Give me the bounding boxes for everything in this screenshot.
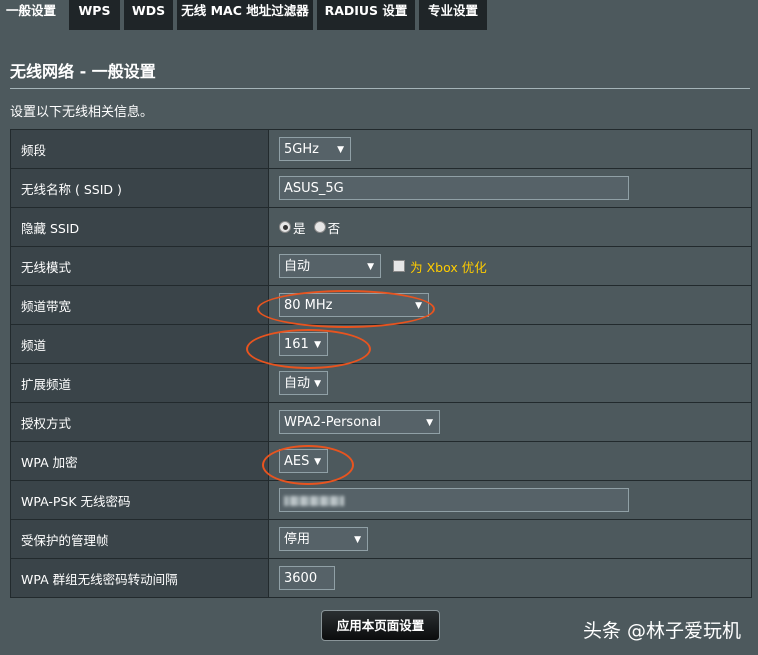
row-ssid: 无线名称 ( SSID ) ASUS_5G <box>10 168 752 208</box>
bandwidth-select[interactable]: 80 MHz ▼ <box>279 293 429 317</box>
xbox-optimize-checkbox[interactable] <box>393 260 406 272</box>
wpa-encryption-label: WPA 加密 <box>10 441 269 481</box>
pmf-label: 受保护的管理帧 <box>10 519 269 559</box>
wpa-psk-input[interactable] <box>279 488 629 512</box>
ext-channel-value: 自动 <box>284 376 311 391</box>
row-wpa-psk: WPA-PSK 无线密码 <box>10 480 752 520</box>
channel-value: 161 <box>284 337 309 352</box>
row-auth-method: 授权方式 WPA2-Personal ▼ <box>10 402 752 442</box>
ssid-input[interactable]: ASUS_5G <box>279 176 629 200</box>
tab-mac-filter[interactable]: 无线 MAC 地址过滤器 <box>177 0 313 30</box>
row-bandwidth: 频道带宽 80 MHz ▼ <box>10 285 752 325</box>
tab-professional[interactable]: 专业设置 <box>419 0 487 30</box>
row-ext-channel: 扩展频道 自动 ▼ <box>10 363 752 403</box>
band-select[interactable]: 5GHz ▼ <box>279 137 351 161</box>
page-title: 无线网络 - 一般设置 <box>10 62 156 81</box>
wireless-mode-value: 自动 <box>284 259 311 274</box>
group-key-interval-label: WPA 群组无线密码转动间隔 <box>10 558 269 598</box>
chevron-down-icon: ▼ <box>314 379 321 389</box>
row-pmf: 受保护的管理帧 停用 ▼ <box>10 519 752 559</box>
xbox-optimize-label: 为 Xbox 优化 <box>410 259 487 275</box>
ext-channel-select[interactable]: 自动 ▼ <box>279 371 328 395</box>
wpa-encryption-value: AES <box>284 454 310 469</box>
auth-method-label: 授权方式 <box>10 402 269 442</box>
bandwidth-value: 80 MHz <box>284 298 333 313</box>
bandwidth-label: 频道带宽 <box>10 285 269 325</box>
chevron-down-icon: ▼ <box>415 301 422 311</box>
row-wireless-mode: 无线模式 自动 ▼ 为 Xbox 优化 <box>10 246 752 286</box>
chevron-down-icon: ▼ <box>367 262 374 272</box>
pmf-select[interactable]: 停用 ▼ <box>279 527 368 551</box>
wpa-encryption-select[interactable]: AES ▼ <box>279 449 328 473</box>
row-group-key-interval: WPA 群组无线密码转动间隔 3600 <box>10 558 752 598</box>
apply-settings-button[interactable]: 应用本页面设置 <box>321 610 440 641</box>
hide-ssid-yes-label: 是 <box>293 220 306 236</box>
tab-wps[interactable]: WPS <box>69 0 120 30</box>
row-wpa-encryption: WPA 加密 AES ▼ <box>10 441 752 481</box>
hide-ssid-no-label: 否 <box>327 220 341 236</box>
channel-select[interactable]: 161 ▼ <box>279 332 328 356</box>
band-select-value: 5GHz <box>284 142 319 157</box>
auth-method-value: WPA2-Personal <box>284 415 381 430</box>
chevron-down-icon: ▼ <box>314 457 321 467</box>
hide-ssid-yes-radio[interactable] <box>279 221 291 233</box>
settings-table: 频段 5GHz ▼ 无线名称 ( SSID ) ASUS_5G 隐藏 SSID … <box>10 129 752 598</box>
hide-ssid-no-radio[interactable] <box>313 221 326 233</box>
ext-channel-label: 扩展频道 <box>10 363 269 403</box>
auth-method-select[interactable]: WPA2-Personal ▼ <box>279 410 440 434</box>
ssid-label: 无线名称 ( SSID ) <box>10 168 269 208</box>
row-hide-ssid: 隐藏 SSID 是 否 <box>10 207 752 247</box>
group-key-interval-input[interactable]: 3600 <box>279 566 335 590</box>
tab-bar: 一般设置 WPS WDS 无线 MAC 地址过滤器 RADIUS 设置 专业设置 <box>0 0 758 30</box>
hide-ssid-label: 隐藏 SSID <box>10 207 269 247</box>
pmf-value: 停用 <box>284 532 311 547</box>
obscured-password <box>284 495 344 506</box>
tab-general[interactable]: 一般设置 <box>0 0 62 30</box>
chevron-down-icon: ▼ <box>314 340 321 350</box>
page-description: 设置以下无线相关信息。 <box>10 105 154 120</box>
row-channel: 频道 161 ▼ <box>10 324 752 364</box>
chevron-down-icon: ▼ <box>426 418 433 428</box>
tab-wds[interactable]: WDS <box>124 0 173 30</box>
title-divider <box>10 88 750 89</box>
chevron-down-icon: ▼ <box>337 145 344 155</box>
wireless-mode-select[interactable]: 自动 ▼ <box>279 254 381 278</box>
watermark: 头条 @林子爱玩机 <box>583 620 742 642</box>
wpa-psk-label: WPA-PSK 无线密码 <box>10 480 269 520</box>
channel-label: 频道 <box>10 324 269 364</box>
row-band: 频段 5GHz ▼ <box>10 129 752 169</box>
wireless-mode-label: 无线模式 <box>10 246 269 286</box>
tab-radius[interactable]: RADIUS 设置 <box>317 0 415 30</box>
band-label: 频段 <box>10 129 269 169</box>
chevron-down-icon: ▼ <box>354 535 361 545</box>
